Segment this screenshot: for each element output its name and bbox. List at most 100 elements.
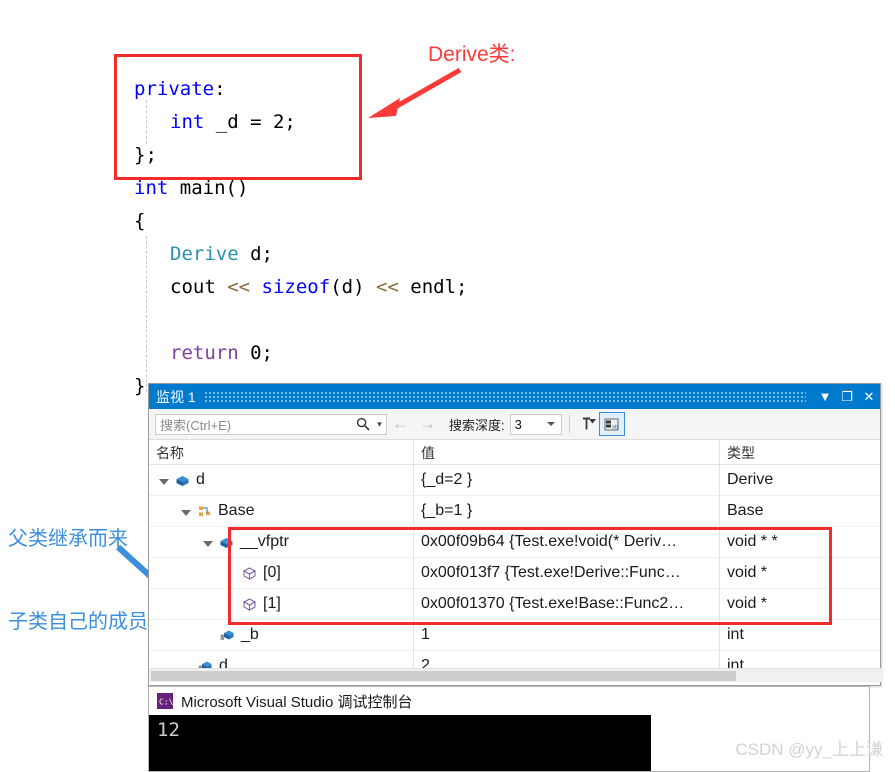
cell-type: void * * bbox=[719, 527, 879, 557]
column-header-value[interactable]: 值 bbox=[413, 440, 719, 464]
search-options-chevron-down-icon[interactable]: ▾ bbox=[373, 419, 386, 430]
element-icon bbox=[242, 597, 257, 611]
cell-value[interactable]: 0x00f09b64 {Test.exe!void(* Deriv… bbox=[413, 527, 719, 557]
code-token: main() bbox=[168, 177, 249, 199]
private-field-icon bbox=[220, 630, 234, 640]
table-row[interactable]: _b 1 int bbox=[149, 620, 880, 651]
code-token: return bbox=[170, 342, 239, 364]
variable-name: _b bbox=[241, 626, 259, 643]
code-line: } bbox=[134, 375, 145, 397]
search-next-icon[interactable]: → bbox=[414, 414, 441, 434]
horizontal-scrollbar[interactable] bbox=[149, 668, 882, 682]
window-close-icon[interactable]: ✕ bbox=[858, 384, 880, 409]
code-token: int bbox=[134, 177, 169, 199]
svg-text:ab: ab bbox=[612, 424, 618, 430]
indent-guide-2 bbox=[146, 236, 147, 392]
cell-type: void * bbox=[719, 589, 879, 619]
grid-rows[interactable]: d {_d=2 } Derive Base {_b=1 } Base __vfptr 0x00… bbox=[149, 465, 880, 682]
expander-icon[interactable] bbox=[159, 479, 169, 485]
search-depth-value: 3 bbox=[514, 416, 522, 432]
column-header-type[interactable]: 类型 bbox=[719, 440, 879, 464]
search-previous-icon[interactable]: ← bbox=[387, 414, 414, 434]
search-depth-label: 搜索深度: bbox=[449, 417, 505, 433]
variable-name: [0] bbox=[263, 564, 281, 581]
expander-icon[interactable] bbox=[181, 510, 191, 516]
expander-icon[interactable] bbox=[203, 541, 213, 547]
code-token: { bbox=[134, 210, 146, 232]
code-token: cout bbox=[170, 276, 228, 298]
object-icon bbox=[176, 475, 189, 486]
cell-value[interactable]: {_b=1 } bbox=[413, 496, 719, 526]
cell-name[interactable]: [1] bbox=[149, 589, 413, 619]
code-line: return 0; bbox=[170, 342, 273, 364]
svg-text:C:\: C:\ bbox=[159, 698, 173, 707]
console-app-icon: C:\ bbox=[157, 693, 173, 709]
code-token: 0 bbox=[250, 342, 262, 364]
cell-value[interactable]: {_d=2 } bbox=[413, 465, 719, 495]
search-depth-select[interactable]: 3 bbox=[509, 413, 562, 435]
watch-window-title: 监视 1 bbox=[156, 388, 196, 405]
cell-name[interactable]: _b bbox=[149, 620, 413, 650]
code-token: d; bbox=[238, 243, 273, 265]
cell-type: Derive bbox=[719, 465, 879, 495]
code-line: int main() bbox=[134, 177, 248, 199]
code-token: << bbox=[375, 276, 399, 298]
search-icon[interactable] bbox=[353, 417, 373, 431]
console-output: 12 bbox=[149, 715, 651, 771]
code-token: ; bbox=[261, 342, 273, 364]
hex-display-icon[interactable]: ab bbox=[598, 412, 625, 436]
variable-name: [1] bbox=[263, 595, 281, 612]
code-line: { bbox=[134, 210, 145, 232]
cell-value[interactable]: 0x00f01370 {Test.exe!Base::Func2… bbox=[413, 589, 719, 619]
cell-name[interactable]: [0] bbox=[149, 558, 413, 588]
cell-name[interactable]: d bbox=[149, 465, 413, 495]
private-section-callout bbox=[114, 54, 362, 180]
variable-name: Base bbox=[218, 502, 255, 519]
cell-name[interactable]: Base bbox=[149, 496, 413, 526]
base-node-icon bbox=[199, 506, 210, 516]
watch-titlebar[interactable]: 监视 1 ▼ ❐ ✕ bbox=[149, 384, 880, 409]
csdn-watermark: CSDN @yy_上上谦 bbox=[735, 740, 883, 759]
table-row[interactable]: d {_d=2 } Derive bbox=[149, 465, 880, 496]
grid-header-row: 名称 值 类型 bbox=[149, 440, 880, 465]
derive-arrow-icon bbox=[368, 67, 462, 118]
pin-filter-icon[interactable] bbox=[577, 416, 599, 432]
table-row[interactable]: Base {_b=1 } Base bbox=[149, 496, 880, 527]
window-dropdown-icon[interactable]: ▼ bbox=[814, 384, 836, 409]
code-token: } bbox=[134, 375, 146, 397]
console-window-title: Microsoft Visual Studio 调试控制台 bbox=[181, 693, 413, 711]
watch-toolbar[interactable]: 搜索(Ctrl+E) ▾ ← → 搜索深度: 3 ab bbox=[149, 409, 880, 440]
watch-window[interactable]: 监视 1 ▼ ❐ ✕ 搜索(Ctrl+E) ▾ ← → 搜索深度: 3 ab 名… bbox=[148, 383, 882, 686]
code-line: cout << sizeof(d) << endl; bbox=[170, 276, 467, 298]
code-token: sizeof bbox=[261, 276, 331, 298]
toolbar-divider bbox=[568, 415, 570, 433]
code-token: endl; bbox=[398, 276, 468, 298]
code-line: Derive d; bbox=[170, 243, 273, 265]
window-maximize-icon[interactable]: ❐ bbox=[836, 384, 858, 409]
cell-type: Base bbox=[719, 496, 879, 526]
watch-variables-grid[interactable]: 名称 值 类型 d {_d=2 } Derive Base {_b=1 } Base __v… bbox=[149, 440, 882, 682]
scrollbar-thumb[interactable] bbox=[151, 671, 736, 681]
derive-class-label: Derive类: bbox=[428, 43, 516, 66]
code-token: Derive bbox=[170, 243, 239, 265]
console-titlebar[interactable]: C:\ Microsoft Visual Studio 调试控制台 bbox=[149, 687, 869, 715]
chevron-down-icon[interactable] bbox=[546, 422, 555, 426]
table-row[interactable]: [0] 0x00f013f7 {Test.exe!Derive::Func… voi… bbox=[149, 558, 880, 589]
cell-type: int bbox=[719, 620, 879, 650]
cell-name[interactable]: __vfptr bbox=[149, 527, 413, 557]
search-input[interactable]: 搜索(Ctrl+E) ▾ bbox=[155, 413, 387, 435]
variable-name: __vfptr bbox=[240, 533, 289, 550]
code-editor[interactable]: private: int _d = 2;}; int main(){Derive d… bbox=[0, 0, 895, 397]
titlebar-drag-handle[interactable] bbox=[203, 391, 806, 402]
element-icon bbox=[242, 566, 257, 580]
variable-name: d bbox=[196, 471, 205, 488]
code-token: << bbox=[227, 276, 251, 298]
cell-value[interactable]: 1 bbox=[413, 620, 719, 650]
cell-value[interactable]: 0x00f013f7 {Test.exe!Derive::Func… bbox=[413, 558, 719, 588]
table-row[interactable]: __vfptr 0x00f09b64 {Test.exe!void(* Deriv… bbox=[149, 527, 880, 558]
table-row[interactable]: [1] 0x00f01370 {Test.exe!Base::Func2… void… bbox=[149, 589, 880, 620]
cell-type: void * bbox=[719, 558, 879, 588]
column-header-name[interactable]: 名称 bbox=[149, 440, 413, 464]
